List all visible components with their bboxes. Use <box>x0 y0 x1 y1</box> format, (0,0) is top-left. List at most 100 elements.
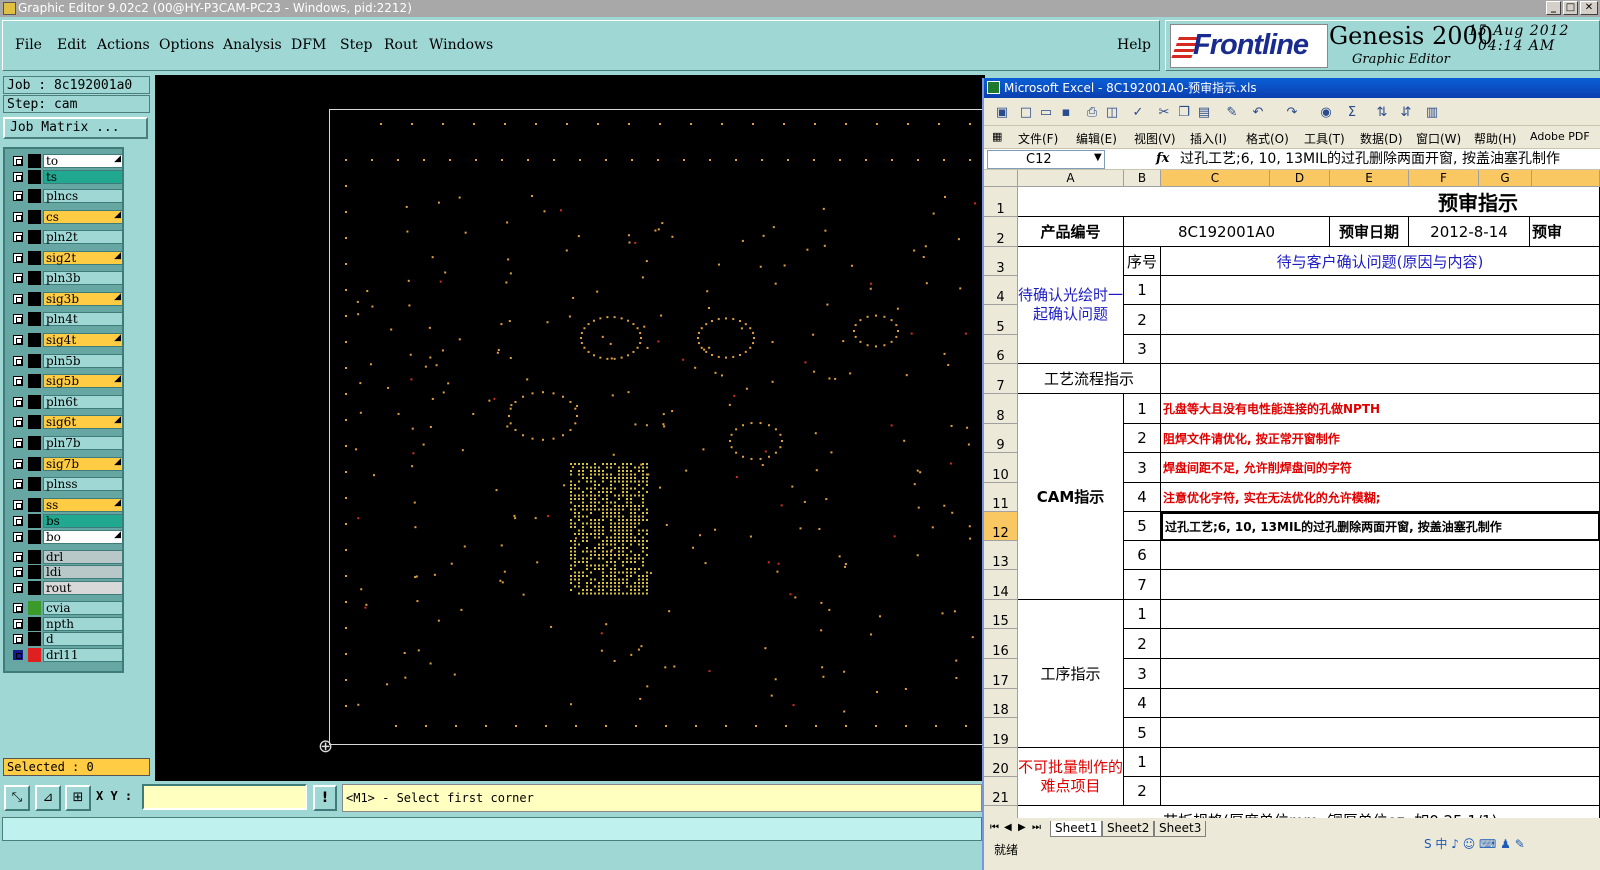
formula-input[interactable]: 过孔工艺;6, 10, 13MIL的过孔删除两面开窗, 按盖油塞孔制作 <box>1180 150 1560 168</box>
layer-row-ldi[interactable]: ldi <box>8 565 123 579</box>
layer-name[interactable]: ss <box>43 498 123 512</box>
graphic-canvas[interactable]: ⊕ <box>155 75 985 781</box>
spreadsheet-grid[interactable]: A B C D E F G 1 2 3 4 5 6 7 8 9 10 11 12 13 14 15 16 17 18 19 20 21… <box>984 170 1600 818</box>
layer-row-sig7b[interactable]: sig7b ◢ <box>8 457 123 471</box>
layer-row-bs[interactable]: bs <box>8 514 123 528</box>
layer-color-swatch[interactable] <box>28 514 41 528</box>
layer-row-sig4t[interactable]: sig4t ◢ <box>8 333 123 347</box>
xy-input[interactable] <box>142 784 307 810</box>
layer-color-swatch[interactable] <box>28 477 41 491</box>
layer-color-swatch[interactable] <box>28 251 41 265</box>
menu-edit[interactable]: Edit <box>57 37 86 53</box>
layer-name[interactable]: sig7b <box>43 457 123 471</box>
autosum-icon[interactable]: Σ <box>1344 105 1360 121</box>
column-header[interactable]: F <box>1409 170 1479 187</box>
maximize-button[interactable]: □ <box>1563 1 1578 15</box>
layer-checkbox[interactable] <box>13 156 23 166</box>
seq-number[interactable]: 4 <box>1124 689 1161 718</box>
excel-menu-help[interactable]: 帮助(H) <box>1474 130 1516 147</box>
grid-tool-button[interactable]: ⊞ <box>65 785 91 811</box>
seq-number[interactable]: 3 <box>1124 659 1161 689</box>
process-cell[interactable] <box>1161 718 1600 748</box>
layer-color-swatch[interactable] <box>28 333 41 347</box>
sheet-title[interactable]: 预审指示 <box>1018 187 1600 217</box>
layer-checkbox[interactable] <box>13 603 23 613</box>
preview-icon[interactable]: ◫ <box>1104 105 1120 121</box>
row-header[interactable]: 22 <box>984 806 1018 818</box>
ime-toolbar[interactable]: S 中 ♪ ☺ ⌨ ♟ ✎ <box>1424 834 1600 854</box>
layer-checkbox[interactable] <box>13 634 23 644</box>
job-matrix-button[interactable]: Job Matrix ... <box>3 117 148 139</box>
row-header[interactable]: 17 <box>984 659 1018 689</box>
layer-checkbox[interactable] <box>13 376 23 386</box>
hard-group-label[interactable]: 不可批量制作的难点项目 <box>1018 748 1124 806</box>
layer-checkbox[interactable] <box>13 417 23 427</box>
layer-color-swatch[interactable] <box>28 601 41 615</box>
column-header[interactable]: G <box>1479 170 1532 187</box>
minimize-button[interactable]: _ <box>1546 1 1561 15</box>
excel-menu-adobe[interactable]: Adobe PDF <box>1530 130 1590 143</box>
row-header[interactable]: 9 <box>984 424 1018 453</box>
row-header[interactable]: 16 <box>984 629 1018 659</box>
seq-number[interactable]: 4 <box>1124 483 1161 512</box>
layer-color-swatch[interactable] <box>28 210 41 224</box>
layer-color-swatch[interactable] <box>28 617 41 631</box>
layer-row-npth[interactable]: npth <box>8 617 123 631</box>
layer-color-swatch[interactable] <box>28 395 41 409</box>
row-header[interactable]: 7 <box>984 364 1018 394</box>
seq-number[interactable]: 1 <box>1124 600 1161 629</box>
layer-checkbox[interactable] <box>13 253 23 263</box>
cam-instruction[interactable]: 注意优化字符, 实在无法优化的允许模糊; <box>1161 483 1600 512</box>
format-painter-icon[interactable]: ✎ <box>1224 105 1240 121</box>
seq-number[interactable]: 3 <box>1124 335 1161 364</box>
menu-windows[interactable]: Windows <box>429 37 493 53</box>
layer-name[interactable]: sig6t <box>43 415 123 429</box>
layer-row-sig2t[interactable]: sig2t ◢ <box>8 251 123 265</box>
layer-name[interactable]: sig5b <box>43 374 123 388</box>
layer-checkbox[interactable] <box>13 356 23 366</box>
layer-name[interactable]: cs <box>43 210 123 224</box>
row-header[interactable]: 20 <box>984 748 1018 777</box>
seq-number[interactable]: 1 <box>1124 276 1161 305</box>
layer-checkbox[interactable] <box>13 273 23 283</box>
layer-color-swatch[interactable] <box>28 354 41 368</box>
layer-name[interactable]: plnss <box>43 477 123 491</box>
layer-row-pln3b[interactable]: pln3b <box>8 271 123 285</box>
namebox-dropdown-icon[interactable]: ▼ <box>1094 152 1102 163</box>
layer-checkbox[interactable] <box>13 459 23 469</box>
seq-number[interactable]: 2 <box>1124 424 1161 453</box>
layer-row-ss[interactable]: ss ◢ <box>8 498 123 512</box>
excel-menu-view[interactable]: 视图(V) <box>1134 130 1176 147</box>
layer-color-swatch[interactable] <box>28 292 41 306</box>
layer-row-to[interactable]: to ◢ <box>8 154 123 168</box>
layer-row-sig6t[interactable]: sig6t ◢ <box>8 415 123 429</box>
confirm-cell[interactable] <box>1161 276 1600 305</box>
row-header[interactable]: 15 <box>984 600 1018 629</box>
product-value[interactable]: 8C192001A0 <box>1124 217 1330 247</box>
column-header[interactable]: D <box>1270 170 1330 187</box>
redo-icon[interactable]: ↷ <box>1284 105 1300 121</box>
row-header[interactable]: 19 <box>984 718 1018 748</box>
layer-row-sig5b[interactable]: sig5b ◢ <box>8 374 123 388</box>
row-header[interactable]: 18 <box>984 689 1018 718</box>
menu-options[interactable]: Options <box>159 37 214 53</box>
layer-color-swatch[interactable] <box>28 154 41 168</box>
layer-color-swatch[interactable] <box>28 581 41 595</box>
seq-number[interactable]: 2 <box>1124 305 1161 335</box>
layer-row-sig3b[interactable]: sig3b ◢ <box>8 292 123 306</box>
column-header[interactable]: E <box>1330 170 1409 187</box>
command-line[interactable] <box>2 817 982 841</box>
column-header[interactable] <box>1532 170 1600 187</box>
layer-row-d[interactable]: d <box>8 632 123 646</box>
layer-name[interactable]: ts <box>43 170 123 184</box>
layer-name[interactable]: pln2t <box>43 230 123 244</box>
excel-menu-format[interactable]: 格式(O) <box>1246 130 1289 147</box>
paste-icon[interactable]: ▤ <box>1196 105 1212 121</box>
row-header[interactable]: 2 <box>984 217 1018 247</box>
seq-number[interactable]: 3 <box>1124 453 1161 483</box>
layer-name[interactable]: pln7b <box>43 436 123 450</box>
layer-checkbox[interactable] <box>13 397 23 407</box>
close-button[interactable]: ✕ <box>1580 1 1598 15</box>
cut-icon[interactable]: ✂ <box>1156 105 1172 121</box>
layer-color-swatch[interactable] <box>28 189 41 203</box>
